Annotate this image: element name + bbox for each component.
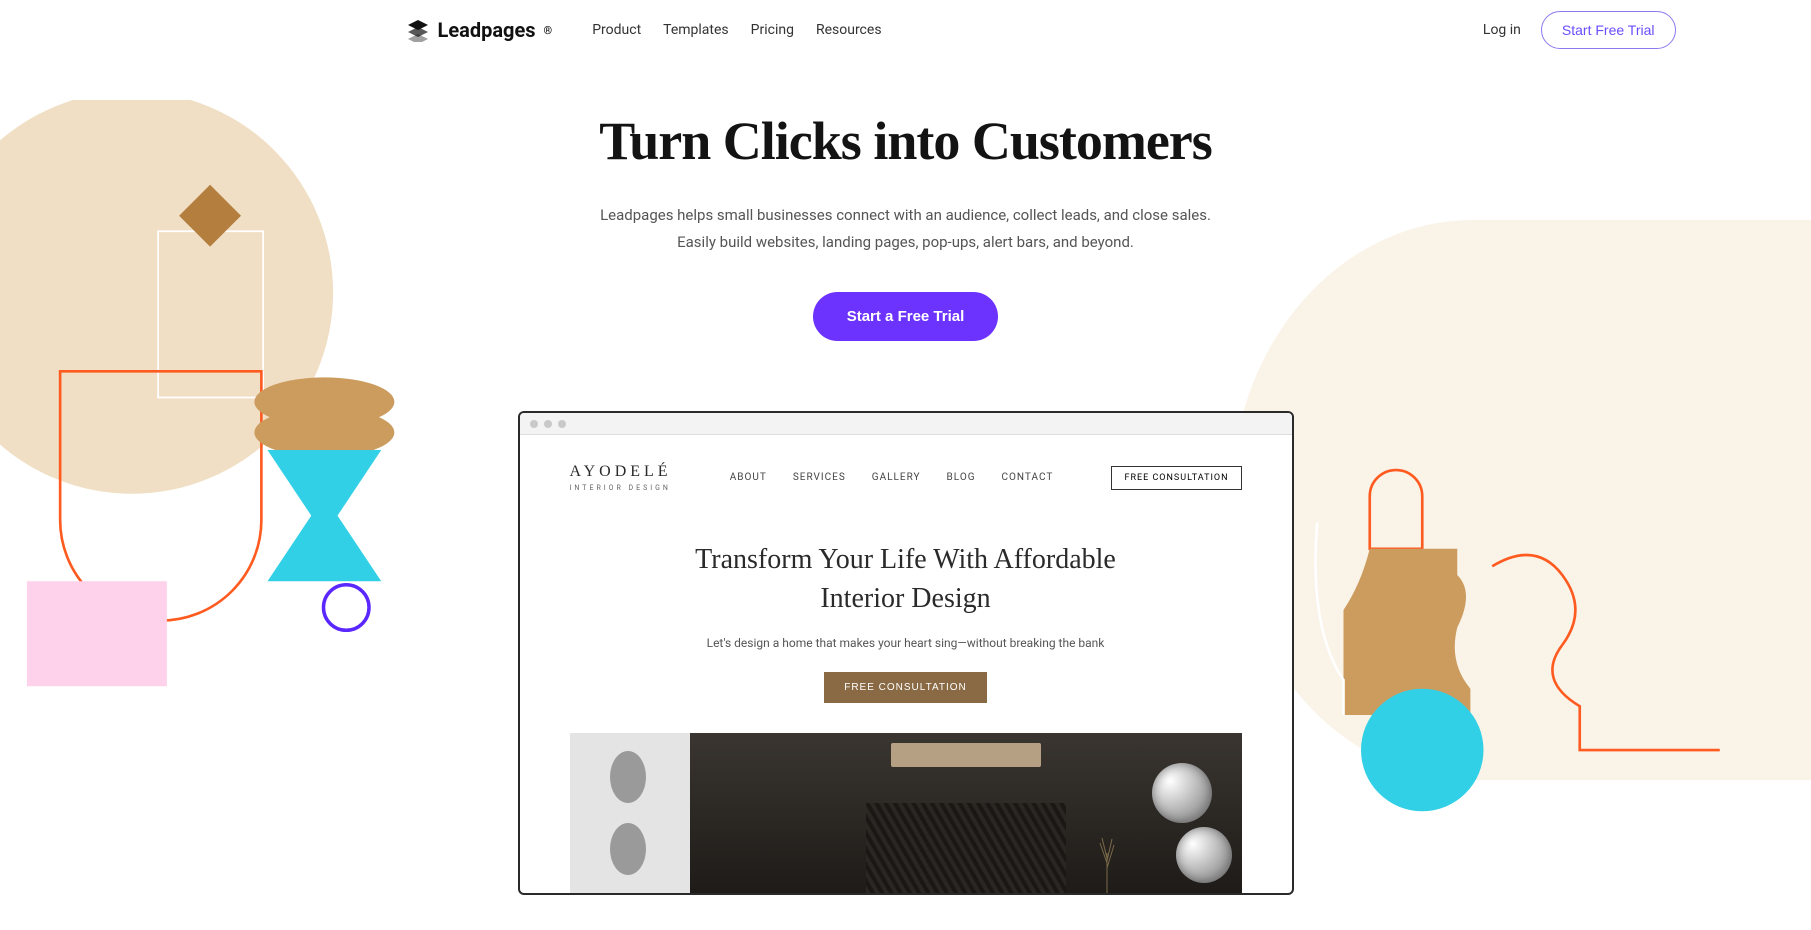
nav-resources[interactable]: Resources — [816, 22, 882, 38]
window-dot-icon — [544, 420, 552, 428]
mockup-headline-2: Interior Design — [820, 583, 990, 614]
window-dot-icon — [558, 420, 566, 428]
mockup-nav-gallery[interactable]: GALLERY — [872, 472, 921, 483]
hero-sub-line1: Leadpages helps small businesses connect… — [0, 202, 1811, 229]
login-link[interactable]: Log in — [1483, 22, 1521, 38]
mockup-brand: AYODELÉ INTERIOR DESIGN — [570, 463, 672, 492]
mirror-circle-icon — [1176, 827, 1232, 883]
nav-product[interactable]: Product — [592, 22, 641, 38]
window-dot-icon — [530, 420, 538, 428]
hero-sub-line2: Easily build websites, landing pages, po… — [0, 229, 1811, 256]
mockup-brand-name: AYODELÉ — [570, 463, 672, 481]
backsplash-shape — [866, 803, 1066, 893]
nav-pricing[interactable]: Pricing — [751, 22, 794, 38]
brand-logo[interactable]: Leadpages® — [406, 18, 553, 42]
mockup-headline-1: Transform Your Life With Affordable — [695, 544, 1116, 575]
hero-title: Turn Clicks into Customers — [0, 110, 1811, 172]
main-nav: Product Templates Pricing Resources — [592, 22, 881, 38]
mockup-nav-about[interactable]: ABOUT — [730, 472, 767, 483]
start-free-trial-hero-button[interactable]: Start a Free Trial — [813, 292, 999, 341]
browser-mockup: AYODELÉ INTERIOR DESIGN ABOUT SERVICES G… — [518, 411, 1294, 895]
start-free-trial-header-button[interactable]: Start Free Trial — [1541, 11, 1676, 49]
brand-name: Leadpages — [438, 18, 536, 42]
mockup-hero: Transform Your Life With Affordable Inte… — [570, 540, 1242, 703]
mockup-main-image — [690, 733, 1242, 893]
mockup-header: AYODELÉ INTERIOR DESIGN ABOUT SERVICES G… — [570, 463, 1242, 492]
mockup-header-cta[interactable]: FREE CONSULTATION — [1111, 466, 1241, 490]
mockup-nav-services[interactable]: SERVICES — [793, 472, 846, 483]
vase-icon — [1092, 833, 1122, 893]
mirror-circle-icon — [1152, 763, 1212, 823]
mockup-side-image — [570, 733, 690, 893]
logo-icon — [406, 18, 430, 42]
mockup-nav: ABOUT SERVICES GALLERY BLOG CONTACT — [730, 472, 1054, 483]
nav-templates[interactable]: Templates — [663, 22, 729, 38]
mockup-image-row — [570, 733, 1242, 893]
mockup-sub: Let's design a home that makes your hear… — [570, 636, 1242, 650]
mockup-nav-blog[interactable]: BLOG — [947, 472, 976, 483]
site-header: Leadpages® Product Templates Pricing Res… — [0, 0, 1811, 60]
hero-section: Turn Clicks into Customers Leadpages hel… — [0, 110, 1811, 341]
mockup-nav-contact[interactable]: CONTACT — [1002, 472, 1054, 483]
mockup-brand-sub: INTERIOR DESIGN — [570, 484, 672, 492]
hero-subtitle: Leadpages helps small businesses connect… — [0, 202, 1811, 256]
hood-shape — [891, 743, 1041, 767]
mockup-cta-button[interactable]: FREE CONSULTATION — [824, 672, 987, 703]
mockup-titlebar — [520, 413, 1292, 435]
